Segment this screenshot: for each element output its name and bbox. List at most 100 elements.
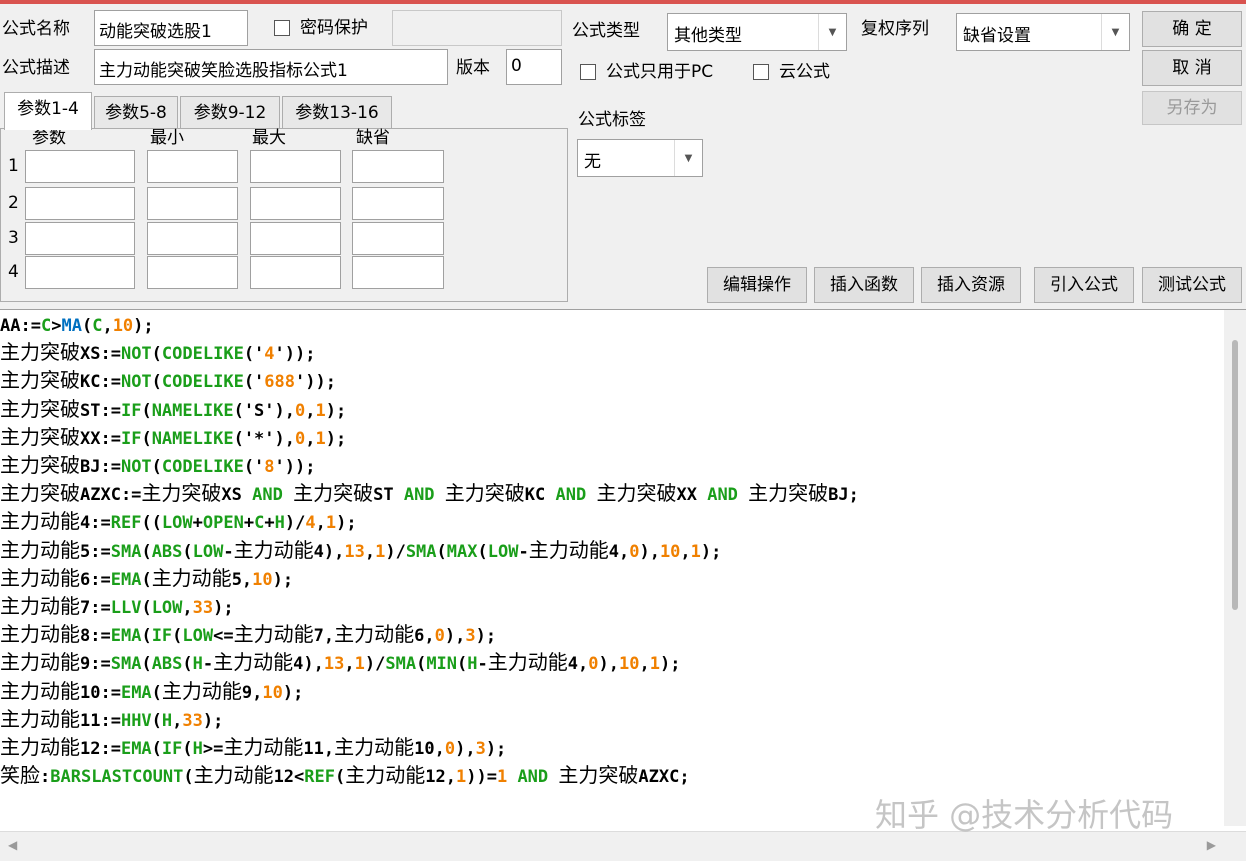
cloud-formula-label: 云公式 <box>779 62 830 82</box>
insert-resource-button[interactable]: 插入资源 <box>921 267 1021 303</box>
code-token: NOT <box>120 457 152 478</box>
formula-desc-input[interactable]: 主力动能突破笑脸选股指标公式1 <box>94 49 448 85</box>
formula-tag-value: 无 <box>584 152 601 172</box>
code-token: ( <box>81 316 93 336</box>
code-token: CODELIKE <box>161 372 244 393</box>
code-token: , <box>344 654 355 675</box>
code-line[interactable]: 笑脸:BARSLASTCOUNT(主力动能12<REF(主力动能12,1))=1… <box>0 762 859 790</box>
code-token: , <box>305 428 316 449</box>
scroll-left-icon[interactable]: ◀ <box>8 838 17 852</box>
param-max-input[interactable] <box>250 150 341 183</box>
param-max-input[interactable] <box>250 187 341 220</box>
code-token: 1 <box>354 654 365 675</box>
code-line[interactable]: 主力动能7:=LLV(LOW,33); <box>0 593 859 621</box>
pc-only-checkbox[interactable] <box>580 64 596 80</box>
param-name-input[interactable] <box>25 222 135 255</box>
code-token: SMA <box>405 541 437 562</box>
param-default-input[interactable] <box>352 222 444 255</box>
cancel-button[interactable]: 取 消 <box>1142 50 1242 86</box>
code-token: 主力动能 <box>213 650 294 675</box>
code-token: LLV <box>110 598 142 619</box>
code-line[interactable]: AA:=C>MA(C,10); <box>0 313 859 339</box>
code-line[interactable]: 主力突破BJ:=NOT(CODELIKE('8')); <box>0 452 859 480</box>
scroll-right-icon[interactable]: ▶ <box>1207 838 1216 852</box>
password-protect-checkbox[interactable] <box>274 20 290 36</box>
version-input[interactable]: 0 <box>506 49 562 85</box>
code-token: REF <box>110 513 142 534</box>
code-token: 5, <box>231 569 253 590</box>
param-name-input[interactable] <box>25 256 135 289</box>
code-line[interactable]: 主力动能6:=EMA(主力动能5,10); <box>0 565 859 593</box>
code-token: , <box>102 316 113 336</box>
vertical-scroll-thumb[interactable] <box>1232 340 1238 610</box>
code-token: 4), <box>293 654 324 675</box>
chevron-down-icon[interactable]: ▼ <box>674 140 702 176</box>
formula-type-select[interactable]: 其他类型 ▼ <box>667 13 847 51</box>
code-token: AZXC:= <box>80 485 142 506</box>
cloud-formula-checkbox[interactable] <box>753 64 769 80</box>
code-line[interactable]: 主力动能5:=SMA(ABS(LOW-主力动能4),13,1)/SMA(MAX(… <box>0 537 859 565</box>
formula-name-input[interactable]: 动能突破选股1 <box>94 10 248 46</box>
edit-ops-button[interactable]: 编辑操作 <box>707 267 807 303</box>
chevron-down-icon[interactable]: ▼ <box>1101 14 1129 50</box>
code-token: ); <box>700 541 722 562</box>
code-line[interactable]: 主力突破KC:=NOT(CODELIKE('688')); <box>0 367 859 395</box>
param-name-input[interactable] <box>25 187 135 220</box>
param-min-input[interactable] <box>147 187 238 220</box>
code-token: BJ:= <box>80 457 121 478</box>
code-token: ABS <box>151 541 183 562</box>
code-line[interactable]: 主力突破AZXC:=主力突破XS AND 主力突破ST AND 主力突破KC A… <box>0 480 859 508</box>
code-line[interactable]: 主力动能10:=EMA(主力动能9,10); <box>0 678 859 706</box>
tab-params-5-8[interactable]: 参数5-8 <box>94 96 178 130</box>
formula-type-label: 公式类型 <box>572 21 640 41</box>
tab-params-1-4[interactable]: 参数1-4 <box>4 92 92 130</box>
ok-button[interactable]: 确 定 <box>1142 11 1242 47</box>
code-token: 主力动能 <box>0 678 80 703</box>
insert-function-button[interactable]: 插入函数 <box>814 267 914 303</box>
param-min-input[interactable] <box>147 150 238 183</box>
tab-params-9-12[interactable]: 参数9-12 <box>180 96 280 130</box>
param-min-input[interactable] <box>147 222 238 255</box>
password-input[interactable] <box>392 10 562 46</box>
code-token: 4 <box>305 513 316 534</box>
param-max-input[interactable] <box>250 256 341 289</box>
code-token: AND <box>403 485 435 506</box>
code-editor[interactable]: AA:=C>MA(C,10); 主力突破XS:=NOT(CODELIKE('4')… <box>0 309 1246 861</box>
param-default-input[interactable] <box>352 150 444 183</box>
formula-tag-select[interactable]: 无 ▼ <box>577 139 703 177</box>
tab-params-13-16[interactable]: 参数13-16 <box>282 96 392 130</box>
code-token: ST <box>373 485 404 506</box>
code-token: ('*'), <box>233 428 295 449</box>
code-token: XX:= <box>80 428 121 449</box>
code-token: 主力突破 <box>0 340 80 365</box>
code-line[interactable]: 主力突破XX:=IF(NAMELIKE('*'),0,1); <box>0 424 859 452</box>
param-name-input[interactable] <box>25 150 135 183</box>
param-min-input[interactable] <box>147 256 238 289</box>
code-line[interactable]: 主力突破ST:=IF(NAMELIKE('S'),0,1); <box>0 396 859 424</box>
save-as-button[interactable]: 另存为 <box>1142 91 1242 125</box>
code-line[interactable]: 主力动能9:=SMA(ABS(H-主力动能4),13,1)/SMA(MIN(H-… <box>0 649 859 677</box>
code-token: 0 <box>444 739 456 760</box>
code-token: 主力动能 <box>334 622 415 647</box>
code-line[interactable]: 主力动能8:=EMA(IF(LOW<=主力动能7,主力动能6,0),3); <box>0 621 859 649</box>
code-token: 8 <box>264 457 275 478</box>
code-token: 主力突破 <box>0 481 80 506</box>
chevron-down-icon[interactable]: ▼ <box>818 14 846 50</box>
params-row-number: 3 <box>8 228 19 248</box>
param-default-input[interactable] <box>352 187 444 220</box>
code-line[interactable]: 主力动能4:=REF((LOW+OPEN+C+H)/4,1); <box>0 508 859 536</box>
code-token: C <box>92 316 103 336</box>
param-default-input[interactable] <box>352 256 444 289</box>
code-line[interactable]: 主力动能12:=EMA(IF(H>=主力动能11,主力动能10,0),3); <box>0 734 859 762</box>
rights-series-select[interactable]: 缺省设置 ▼ <box>956 13 1130 51</box>
code-line[interactable]: 主力突破XS:=NOT(CODELIKE('4')); <box>0 339 859 367</box>
code-line[interactable]: 主力动能11:=HHV(H,33); <box>0 706 859 734</box>
vertical-scrollbar[interactable] <box>1224 310 1246 826</box>
code-text[interactable]: AA:=C>MA(C,10); 主力突破XS:=NOT(CODELIKE('4')… <box>0 313 859 790</box>
param-max-input[interactable] <box>250 222 341 255</box>
test-formula-button[interactable]: 测试公式 <box>1142 267 1242 303</box>
code-token: ( <box>141 598 152 619</box>
import-formula-button[interactable]: 引入公式 <box>1034 267 1134 303</box>
